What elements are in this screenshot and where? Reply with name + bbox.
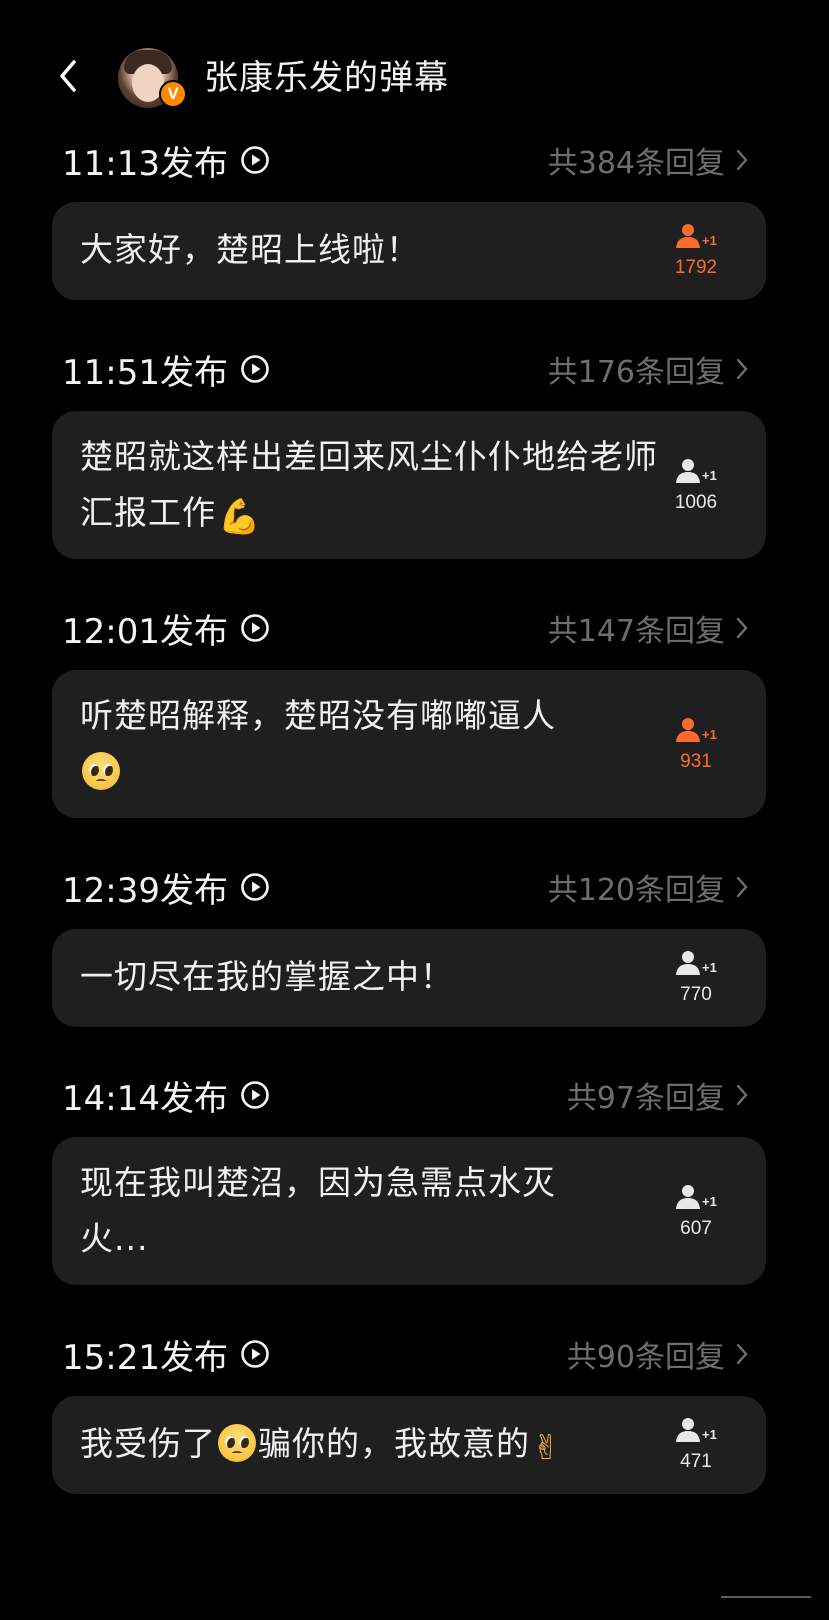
plus-one-count: 931 bbox=[680, 751, 712, 772]
svg-text:+1: +1 bbox=[702, 1194, 717, 1209]
danmaku-text: 大家好，楚昭上线啦！ bbox=[80, 230, 420, 269]
watermark bbox=[721, 1580, 811, 1598]
svg-text:+1: +1 bbox=[702, 1427, 717, 1442]
victory-hand-emoji: ✌ bbox=[532, 1428, 562, 1468]
chevron-left-icon bbox=[60, 60, 76, 92]
reply-count-label: 共97条回复 bbox=[566, 1081, 725, 1116]
reply-count-label: 共176条回复 bbox=[547, 355, 725, 390]
publish-time-label: 12:39发布 bbox=[62, 870, 228, 911]
danmaku-text: 一切尽在我的掌握之中！ bbox=[80, 957, 454, 996]
chevron-right-icon bbox=[736, 1343, 748, 1365]
danmaku-text: 楚昭就这样出差回来风尘仆仆地给老师汇报工作💪 bbox=[80, 429, 660, 545]
danmaku-text: 我受伤了 骗你的，我故意的✌ bbox=[80, 1416, 660, 1476]
publish-time-label: 11:13发布 bbox=[62, 143, 228, 184]
plus-one-button[interactable]: +1 1006 bbox=[668, 457, 724, 517]
reply-count-label: 共384条回复 bbox=[547, 146, 725, 181]
plus-one-count: 770 bbox=[680, 984, 712, 1005]
plus-one-count: 1006 bbox=[674, 492, 718, 513]
plus-one-count: 471 bbox=[680, 1451, 712, 1472]
plus-one-icon: +1 bbox=[676, 1185, 717, 1209]
danmaku-card[interactable]: 听楚昭解释，楚昭没有嘟嘟逼人 +1 931 bbox=[52, 670, 766, 818]
svg-text:+1: +1 bbox=[702, 233, 717, 248]
plus-one-count: 1792 bbox=[674, 257, 718, 278]
publish-time-label: 11:51发布 bbox=[62, 352, 228, 393]
svg-text:+1: +1 bbox=[702, 468, 717, 483]
danmaku-text: 听楚昭解释，楚昭没有嘟嘟逼人 bbox=[80, 688, 660, 800]
publish-time[interactable]: 12:39发布 bbox=[62, 865, 270, 911]
publish-time[interactable]: 14:14发布 bbox=[62, 1073, 270, 1119]
reply-count-label: 共120条回复 bbox=[547, 873, 725, 908]
danmaku-card[interactable]: 一切尽在我的掌握之中！ +1 770 bbox=[52, 929, 766, 1027]
reply-count-link[interactable]: 共120条回复 bbox=[548, 865, 749, 909]
danmaku-text-part: 骗你的，我故意的 bbox=[258, 1424, 530, 1463]
plus-one-icon: +1 bbox=[676, 1418, 717, 1442]
publish-time[interactable]: 12:01发布 bbox=[62, 606, 270, 652]
reply-count-link[interactable]: 共176条回复 bbox=[548, 347, 749, 391]
publish-time-label: 14:14发布 bbox=[62, 1078, 228, 1119]
plus-one-button[interactable]: +1 607 bbox=[668, 1183, 724, 1243]
play-icon bbox=[241, 614, 269, 642]
play-icon bbox=[241, 1081, 269, 1109]
reply-count-label: 共147条回复 bbox=[547, 614, 725, 649]
top-bar: V 张康乐发的弹幕 bbox=[0, 0, 829, 150]
verified-badge-icon: V bbox=[159, 80, 187, 108]
publish-time[interactable]: 11:51发布 bbox=[62, 347, 270, 393]
svg-text:+1: +1 bbox=[702, 960, 717, 975]
chevron-right-icon bbox=[736, 876, 748, 898]
chevron-right-icon bbox=[736, 149, 748, 171]
chevron-right-icon bbox=[736, 617, 748, 639]
danmaku-card[interactable]: 现在我叫楚沼，因为急需点水灭火... +1 607 bbox=[52, 1137, 766, 1285]
pleading-face-emoji bbox=[82, 752, 120, 790]
plus-one-icon: +1 bbox=[676, 459, 717, 483]
publish-time-label: 12:01发布 bbox=[62, 611, 228, 652]
chevron-right-icon bbox=[736, 358, 748, 380]
plus-one-button[interactable]: +1 931 bbox=[668, 716, 724, 776]
plus-one-button[interactable]: +1 471 bbox=[668, 1416, 724, 1476]
danmaku-card[interactable]: 楚昭就这样出差回来风尘仆仆地给老师汇报工作💪 +1 1006 bbox=[52, 411, 766, 559]
danmaku-text-part: 我受伤了 bbox=[80, 1424, 216, 1463]
plus-one-button[interactable]: +1 1792 bbox=[668, 222, 724, 282]
flexed-biceps-emoji: 💪 bbox=[218, 497, 262, 537]
page-title: 张康乐发的弹幕 bbox=[204, 58, 449, 98]
play-icon bbox=[241, 146, 269, 174]
svg-text:+1: +1 bbox=[702, 727, 717, 742]
reply-count-link[interactable]: 共384条回复 bbox=[548, 138, 749, 182]
danmaku-card[interactable]: 我受伤了 骗你的，我故意的✌ +1 471 bbox=[52, 1396, 766, 1494]
plus-one-icon: +1 bbox=[676, 951, 717, 975]
reply-count-label: 共90条回复 bbox=[566, 1340, 725, 1375]
publish-time[interactable]: 15:21发布 bbox=[62, 1332, 270, 1378]
reply-count-link[interactable]: 共97条回复 bbox=[567, 1073, 749, 1117]
pleading-face-emoji bbox=[218, 1424, 256, 1462]
plus-one-count: 607 bbox=[680, 1218, 712, 1239]
play-icon bbox=[241, 873, 269, 901]
back-button[interactable] bbox=[52, 56, 84, 96]
play-icon bbox=[241, 355, 269, 383]
danmaku-card[interactable]: 大家好，楚昭上线啦！ +1 1792 bbox=[52, 202, 766, 300]
reply-count-link[interactable]: 共90条回复 bbox=[567, 1332, 749, 1376]
publish-time[interactable]: 11:13发布 bbox=[62, 138, 270, 184]
danmaku-text: 现在我叫楚沼，因为急需点水灭火... bbox=[80, 1163, 556, 1258]
publish-time-label: 15:21发布 bbox=[62, 1337, 228, 1378]
plus-one-icon: +1 bbox=[676, 718, 717, 742]
chevron-right-icon bbox=[736, 1084, 748, 1106]
plus-one-icon: +1 bbox=[676, 224, 717, 248]
plus-one-button[interactable]: +1 770 bbox=[668, 949, 724, 1009]
danmaku-text-part: 听楚昭解释，楚昭没有嘟嘟逼人 bbox=[80, 696, 556, 735]
play-icon bbox=[241, 1340, 269, 1368]
reply-count-link[interactable]: 共147条回复 bbox=[548, 606, 749, 650]
danmaku-text-part: 楚昭就这样出差回来风尘仆仆地给老师汇报工作 bbox=[80, 437, 658, 532]
